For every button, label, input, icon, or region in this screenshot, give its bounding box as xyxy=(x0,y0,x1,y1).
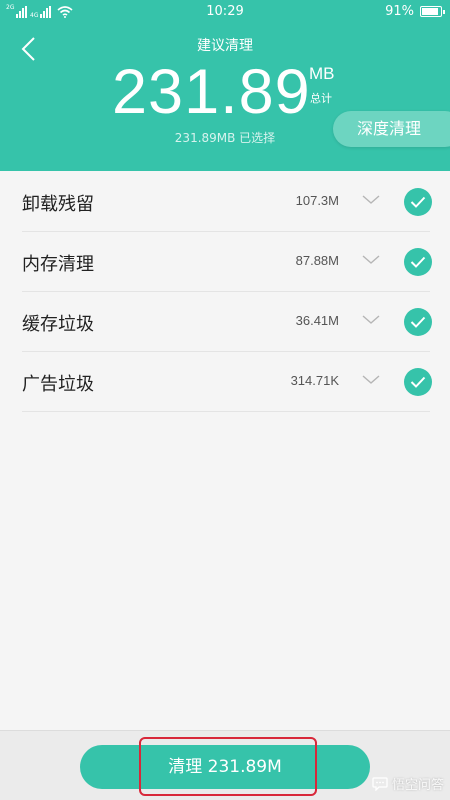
chevron-down-icon[interactable] xyxy=(362,194,380,206)
header: 2G 4G 10:29 91% 建议清理 231.89 MB 总计 231.89… xyxy=(0,0,450,171)
status-bar: 2G 4G 10:29 91% xyxy=(0,0,450,24)
chevron-down-icon[interactable] xyxy=(362,374,380,386)
battery-area: 91% xyxy=(385,4,445,19)
junk-category-list: 卸载残留 107.3M 内存清理 87.88M 缓存垃圾 36.41M 广告垃圾… xyxy=(0,172,450,412)
chat-bubble-icon xyxy=(372,776,388,791)
list-item[interactable]: 卸载残留 107.3M xyxy=(22,172,432,232)
battery-percent: 91% xyxy=(385,4,414,19)
battery-icon xyxy=(420,6,445,17)
item-size: 87.88M xyxy=(295,253,339,268)
item-label: 缓存垃圾 xyxy=(22,314,94,335)
item-label: 卸载残留 xyxy=(22,194,94,215)
battery-fill xyxy=(422,8,439,15)
check-icon[interactable] xyxy=(404,188,432,216)
deep-clean-button[interactable]: 深度清理 xyxy=(333,111,450,147)
chevron-down-icon[interactable] xyxy=(362,314,380,326)
clean-button[interactable]: 清理 231.89M xyxy=(80,745,370,789)
check-icon[interactable] xyxy=(404,368,432,396)
watermark-text: 悟空问答 xyxy=(391,778,444,793)
check-icon[interactable] xyxy=(404,308,432,336)
item-label: 广告垃圾 xyxy=(22,374,94,395)
clock: 10:29 xyxy=(206,4,244,19)
list-item[interactable]: 内存清理 87.88M xyxy=(22,232,432,292)
check-icon[interactable] xyxy=(404,248,432,276)
item-size: 314.71K xyxy=(290,373,339,388)
item-label: 内存清理 xyxy=(22,254,94,275)
list-item[interactable]: 缓存垃圾 36.41M xyxy=(22,292,432,352)
total-label: 总计 xyxy=(310,92,332,105)
item-size: 36.41M xyxy=(295,313,339,328)
watermark: 悟空问答 xyxy=(372,774,444,793)
item-size: 107.3M xyxy=(295,193,339,208)
total-size-value: 231.89 xyxy=(112,57,311,127)
list-item[interactable]: 广告垃圾 314.71K xyxy=(22,352,432,412)
chevron-down-icon[interactable] xyxy=(362,254,380,266)
bottom-bar: 清理 231.89M 悟空问答 xyxy=(0,730,450,800)
total-size-unit: MB xyxy=(309,64,335,83)
